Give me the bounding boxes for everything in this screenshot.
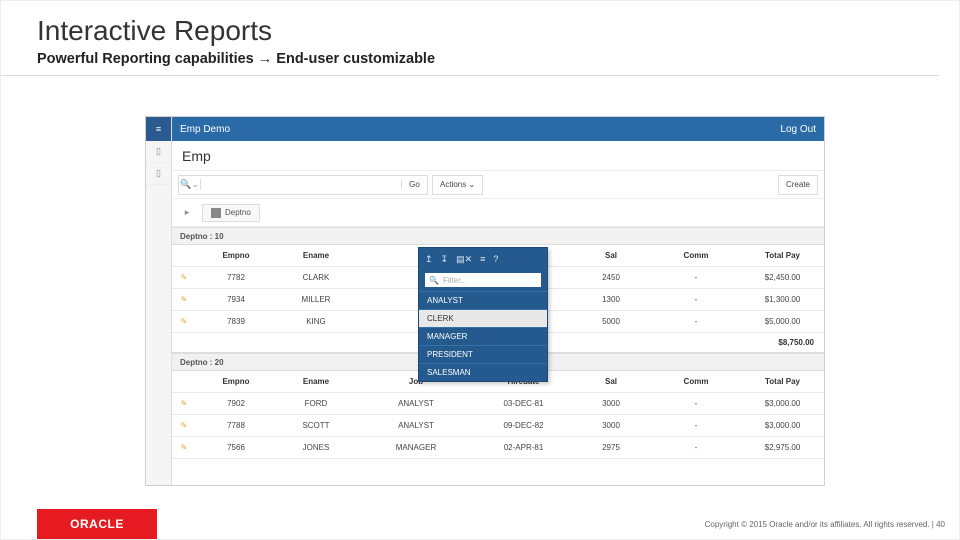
page-title: Emp — [172, 141, 824, 171]
app-header: Emp Demo Log Out — [172, 117, 824, 141]
edit-icon[interactable]: ✎ — [172, 289, 196, 311]
table-row: ✎ 7566 JONES MANAGER 02-APR-81 2975 - $2… — [172, 437, 824, 459]
go-button[interactable]: Go — [401, 180, 427, 189]
popup-toolbar: ↥ ↧ ▤✕ ≡ ? — [419, 248, 547, 269]
hamburger-icon[interactable]: ≡ — [146, 117, 171, 141]
actions-button[interactable]: Actions ⌄ — [432, 175, 483, 195]
edit-icon[interactable]: ✎ — [172, 393, 196, 415]
col-ename[interactable]: Ename — [276, 245, 356, 267]
col-total[interactable]: Total Pay — [741, 245, 824, 267]
hide-column-icon[interactable]: ▤✕ — [456, 254, 472, 265]
edit-icon[interactable]: ✎ — [172, 415, 196, 437]
col-empno[interactable]: Empno — [196, 245, 276, 267]
table-row: ✎ 7788 SCOTT ANALYST 09-DEC-82 3000 - $3… — [172, 415, 824, 437]
col-sal[interactable]: Sal — [571, 245, 651, 267]
popup-option[interactable]: ANALYST — [419, 291, 547, 309]
popup-option[interactable]: CLERK — [419, 309, 547, 327]
control-break-chip[interactable]: Deptno — [202, 204, 260, 222]
sort-asc-icon[interactable]: ↥ — [425, 254, 433, 265]
edit-icon[interactable]: ✎ — [172, 267, 196, 289]
chip-icon — [211, 208, 221, 218]
popup-option[interactable]: SALESMAN — [419, 363, 547, 381]
sidebar-item-2[interactable]: ▯ — [146, 163, 171, 185]
create-button[interactable]: Create — [778, 175, 818, 195]
collapse-icon[interactable]: ▸ — [178, 204, 196, 222]
col-comm[interactable]: Comm — [651, 245, 741, 267]
popup-options: ANALYST CLERK MANAGER PRESIDENT SALESMAN — [419, 291, 547, 381]
edit-icon[interactable]: ✎ — [172, 311, 196, 333]
help-icon[interactable]: ? — [493, 254, 498, 265]
app-screenshot: ≡ ▯ ▯ Emp Demo Log Out Emp 🔍⌄ Go Actions… — [145, 116, 825, 486]
app-brand: Emp Demo — [180, 124, 230, 135]
slide-title: Interactive Reports — [1, 1, 959, 47]
column-filter-popup: ↥ ↧ ▤✕ ≡ ? 🔍 Filter... ANALYST CLERK MAN… — [418, 247, 548, 382]
edit-icon[interactable]: ✎ — [172, 437, 196, 459]
left-sidebar: ≡ ▯ ▯ — [146, 117, 172, 485]
sidebar-item-1[interactable]: ▯ — [146, 141, 171, 163]
table-row: ✎ 7902 FORD ANALYST 03-DEC-81 3000 - $3,… — [172, 393, 824, 415]
copyright-text: Copyright © 2015 Oracle and/or its affil… — [705, 520, 959, 529]
oracle-logo: ORACLE — [37, 509, 157, 539]
filter-bar: ▸ Deptno — [172, 199, 824, 227]
popup-option[interactable]: MANAGER — [419, 327, 547, 345]
search-icon[interactable]: 🔍⌄ — [179, 179, 201, 190]
slide-subtitle: Powerful Reporting capabilities → End-us… — [1, 47, 939, 76]
popup-option[interactable]: PRESIDENT — [419, 345, 547, 363]
popup-filter-input[interactable]: 🔍 Filter... — [425, 273, 541, 287]
chip-label: Deptno — [225, 208, 251, 217]
sort-desc-icon[interactable]: ↧ — [441, 254, 449, 265]
popup-filter-placeholder: Filter... — [443, 276, 467, 285]
search-icon: 🔍 — [429, 276, 439, 285]
group-header-1: Deptno : 10 — [172, 227, 824, 245]
search-box: 🔍⌄ Go — [178, 175, 428, 195]
toolbar: 🔍⌄ Go Actions ⌄ Create — [172, 171, 824, 199]
logout-link[interactable]: Log Out — [780, 124, 816, 135]
slide-footer: ORACLE Copyright © 2015 Oracle and/or it… — [1, 509, 959, 539]
control-break-icon[interactable]: ≡ — [480, 254, 485, 265]
